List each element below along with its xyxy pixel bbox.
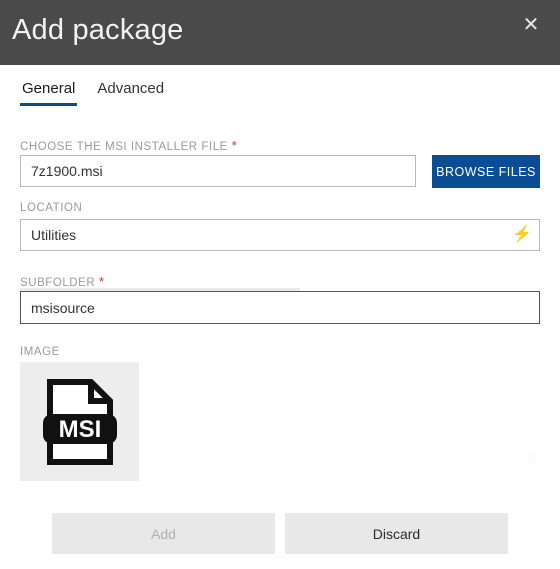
msi-file-icon: MSI <box>42 378 117 465</box>
installer-file-input[interactable] <box>20 155 416 187</box>
dialog-title: Add package <box>12 14 184 46</box>
discard-button[interactable]: Discard <box>285 513 508 554</box>
add-package-dialog: Add package ✕ General Advanced CHOOSE TH… <box>0 0 560 569</box>
location-input-wrap: ⚡ <box>20 219 540 251</box>
image-label: IMAGE <box>20 346 60 358</box>
installer-file-label: CHOOSE THE MSI INSTALLER FILE * <box>20 138 237 153</box>
browse-files-button[interactable]: BROWSE FILES <box>432 155 540 188</box>
msi-icon-text: MSI <box>58 416 101 443</box>
image-thumbnail[interactable]: MSI <box>20 362 139 481</box>
location-label-text: LOCATION <box>20 202 83 214</box>
close-icon[interactable]: ✕ <box>516 10 546 40</box>
subfolder-label: SUBFOLDER * <box>20 274 105 289</box>
lightning-bolt-icon[interactable]: ⚡ <box>512 227 532 243</box>
tab-advanced[interactable]: Advanced <box>95 80 166 106</box>
add-button[interactable]: Add <box>52 513 275 554</box>
tab-general[interactable]: General <box>20 80 78 106</box>
location-label: LOCATION <box>20 202 82 214</box>
installer-required-mark: * <box>231 138 238 153</box>
scroll-artifact <box>529 452 536 465</box>
image-label-text: IMAGE <box>20 346 60 358</box>
installer-file-label-text: CHOOSE THE MSI INSTALLER FILE <box>20 141 228 153</box>
location-input[interactable] <box>20 219 540 251</box>
subfolder-input[interactable] <box>20 291 540 324</box>
subfolder-required-mark: * <box>99 274 105 289</box>
dialog-titlebar: Add package ✕ <box>0 0 560 65</box>
tab-bar: General Advanced <box>20 80 166 106</box>
